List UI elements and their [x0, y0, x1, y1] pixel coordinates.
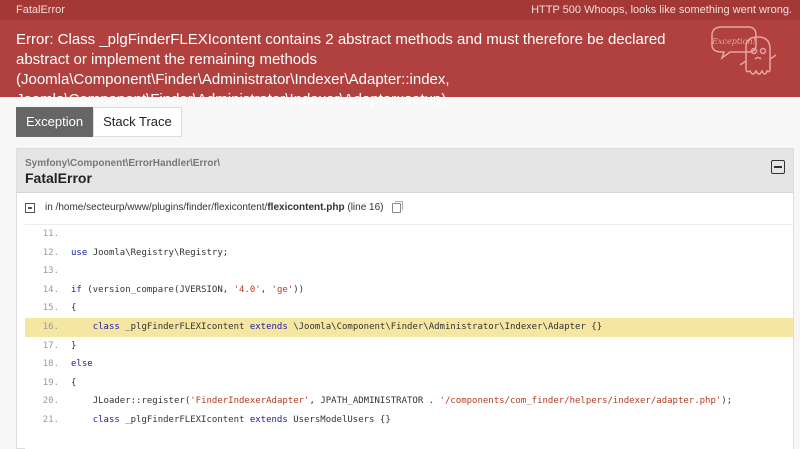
line-number: 19. — [42, 377, 59, 388]
line-number: 16. — [42, 321, 59, 332]
line-number: 18. — [42, 359, 59, 370]
exception-panel-header: Symfony\Component\ErrorHandler\Error\ Fa… — [17, 149, 793, 193]
line-source: JLoader::register('FinderIndexerAdapter'… — [92, 396, 733, 407]
line-number: 15. — [42, 303, 59, 314]
top-bar: FatalError HTTP 500 Whoops, looks like s… — [0, 0, 800, 20]
tab-stack-trace[interactable]: Stack Trace — [93, 107, 182, 137]
exception-panel: Symfony\Component\ErrorHandler\Error\ Fa… — [16, 148, 794, 449]
line-source: use Joomla\Registry\Registry; — [71, 247, 229, 258]
exception-title: FatalError — [25, 170, 92, 186]
line-ref: (line 16) — [347, 202, 384, 213]
code-snippet: 11. 12. use Joomla\Registry\Registry; 13. 14… — [25, 224, 793, 449]
line-source: { — [71, 377, 77, 388]
line-number: 14. — [42, 284, 59, 295]
tab-exception[interactable]: Exception — [16, 107, 94, 137]
code-line: 14. if (version_compare(JVERSION, '4.0', … — [25, 281, 793, 300]
line-source: class _plgFinderFLEXIcontent extends Use… — [92, 414, 391, 425]
copy-icon[interactable] — [392, 201, 403, 213]
error-type-label: FatalError — [16, 4, 65, 16]
line-number: 21. — [42, 414, 59, 425]
mascot-label: Exception! — [711, 37, 756, 46]
line-source: if (version_compare(JVERSION, '4.0', 'ge… — [71, 284, 305, 295]
file-path-prefix: in /home/secteurp/www/plugins/finder/fle… — [45, 202, 268, 213]
code-line: 20. JLoader::register('FinderIndexerAdap… — [25, 392, 793, 411]
file-path: in /home/secteurp/www/plugins/finder/fle… — [45, 200, 384, 216]
line-number: 20. — [42, 396, 59, 407]
line-source: { — [71, 303, 77, 314]
code-line: 15. { — [25, 299, 793, 318]
code-line: 16. class _plgFinderFLEXIcontent extends… — [25, 317, 793, 337]
file-location: in /home/secteurp/www/plugins/finder/fle… — [25, 200, 785, 216]
http-status: HTTP 500 Whoops, looks like something we… — [531, 4, 792, 16]
error-message: Error: Class _plgFinderFLEXIcontent cont… — [16, 31, 666, 108]
line-number: 17. — [42, 340, 59, 351]
exception-class-name: Symfony\Component\ErrorHandler\Error\ — [25, 158, 221, 169]
view-tabs: Exception Stack Trace — [16, 107, 182, 137]
file-name: flexicontent.php — [267, 202, 345, 213]
toggle-code-icon[interactable] — [25, 203, 35, 213]
code-line: 21. class _plgFinderFLEXIcontent extends… — [25, 411, 793, 430]
code-line: 11. — [25, 225, 793, 244]
code-line: 13. — [25, 262, 793, 281]
code-line: 18. else — [25, 355, 793, 374]
line-source: else — [71, 359, 93, 370]
status-code: HTTP 500 — [531, 4, 582, 16]
line-number: 13. — [42, 266, 59, 277]
line-number: 11. — [42, 229, 59, 239]
status-text: Whoops, looks like something went wrong. — [584, 4, 792, 16]
line-number: 12. — [42, 247, 59, 258]
code-line: 12. use Joomla\Registry\Registry; — [25, 244, 793, 263]
code-line: 17.} — [25, 337, 793, 356]
error-header: FatalError HTTP 500 Whoops, looks like s… — [0, 0, 800, 108]
code-line: 19. { — [25, 374, 793, 393]
line-source: } — [71, 340, 77, 351]
collapse-icon[interactable] — [771, 160, 785, 174]
line-source: class _plgFinderFLEXIcontent extends \Jo… — [92, 321, 603, 332]
exception-ghost-icon: Exception! — [711, 26, 777, 75]
